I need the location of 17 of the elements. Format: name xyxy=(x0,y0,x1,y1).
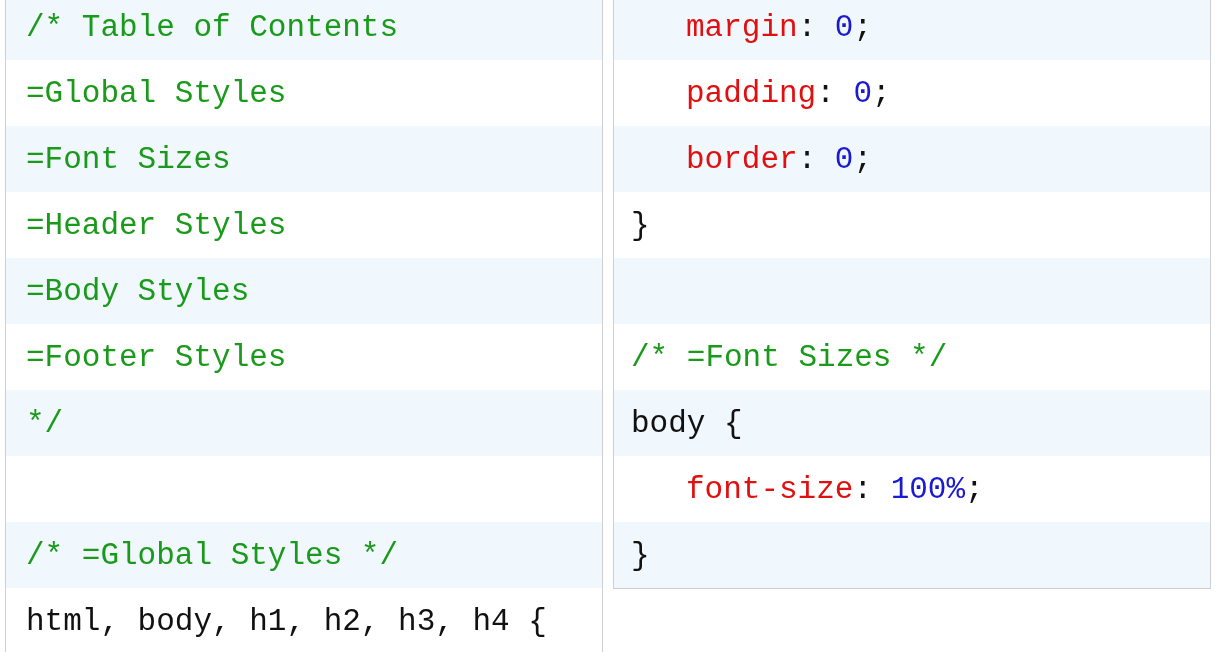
code-line: */ xyxy=(26,407,64,439)
code-line: =Global Styles xyxy=(26,77,287,109)
code-line: border: 0; xyxy=(686,143,873,175)
code-line: } xyxy=(631,209,650,241)
code-line: } xyxy=(631,539,650,571)
code-line: =Footer Styles xyxy=(26,341,287,373)
code-line: html, body, h1, h2, h3, h4 { xyxy=(26,605,547,637)
code-line: /* Table of Contents xyxy=(26,11,399,43)
code-line: font-size: 100%; xyxy=(686,473,984,505)
code-line: padding: 0; xyxy=(686,77,891,109)
code-line: margin: 0; xyxy=(686,11,873,43)
code-line: /* =Font Sizes */ xyxy=(631,341,948,373)
code-line: /* =Global Styles */ xyxy=(26,539,399,571)
code-line: =Font Sizes xyxy=(26,143,231,175)
code-line: =Body Styles xyxy=(26,275,250,307)
code-line: body { xyxy=(631,407,743,439)
code-line: =Header Styles xyxy=(26,209,287,241)
